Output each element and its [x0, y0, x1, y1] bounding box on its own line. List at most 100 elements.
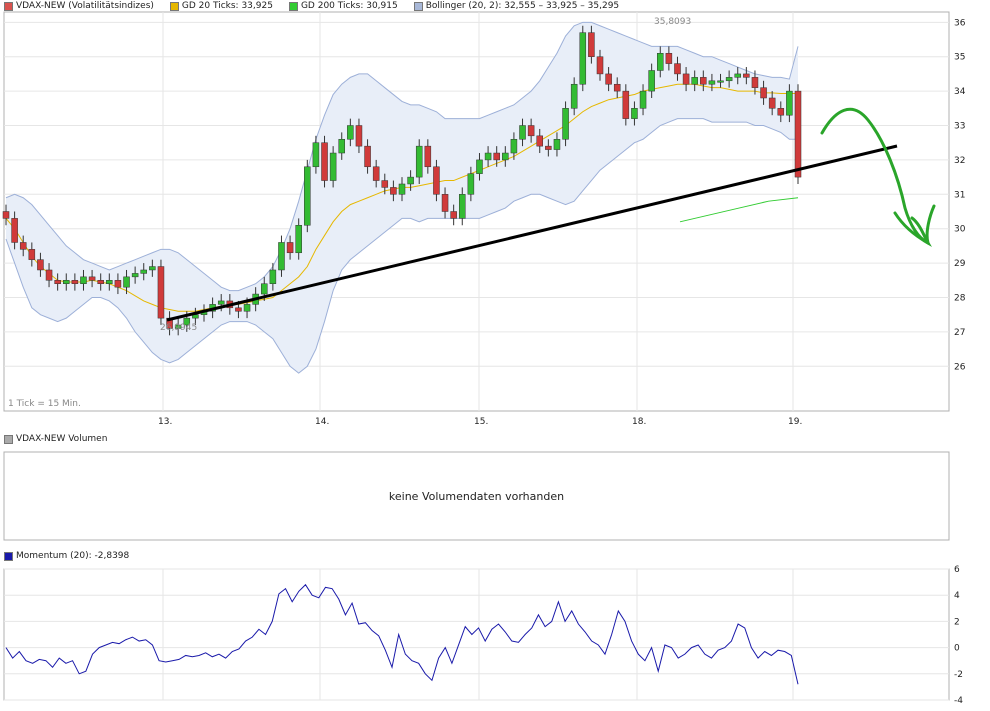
price-x-tick: 19.	[788, 417, 802, 427]
candle-body	[536, 135, 544, 147]
price-x-tick: 13.	[158, 417, 172, 427]
candle-body	[28, 249, 36, 260]
candle-body	[338, 139, 346, 154]
candle-body	[493, 152, 500, 161]
price-y-tick: 35	[954, 53, 965, 63]
candle-body	[656, 53, 664, 71]
price-y-tick: 27	[954, 328, 965, 338]
price-y-tick: 31	[954, 190, 965, 200]
momentum-y-tick: -4	[954, 696, 963, 706]
candle-body	[424, 145, 432, 168]
candle-body	[579, 32, 587, 85]
candle-body	[596, 56, 604, 75]
volume-panel-frame	[3, 451, 950, 541]
momentum-y-tick: 2	[954, 617, 960, 627]
candle-body	[407, 176, 414, 185]
candle-body	[717, 80, 724, 83]
candle-body	[725, 77, 733, 82]
momentum-y-tick: 6	[954, 565, 960, 575]
candle-body	[243, 304, 251, 312]
candle-body	[622, 90, 630, 119]
candle-body	[260, 283, 268, 295]
candle-body	[467, 173, 475, 195]
gd200-line	[679, 197, 799, 223]
candle-body	[45, 269, 53, 281]
candle-body	[786, 90, 793, 116]
candle-body	[545, 145, 552, 150]
candle-body	[734, 73, 742, 78]
candle-body	[269, 269, 277, 284]
candle-body	[321, 142, 328, 181]
candle-body	[80, 276, 87, 284]
price-y-tick: 36	[954, 18, 966, 28]
candle-body	[157, 266, 165, 319]
candle-body	[613, 83, 621, 92]
candle-body	[743, 73, 750, 78]
price-x-tick: 14.	[315, 417, 329, 427]
candle-body	[639, 90, 647, 109]
candle-body	[286, 242, 294, 254]
high-annotation: 35,8093	[654, 17, 691, 27]
candle-body	[131, 273, 139, 278]
price-y-tick: 30	[954, 225, 966, 235]
candle-body	[149, 266, 156, 271]
candle-body	[510, 139, 518, 154]
candle-body	[19, 242, 27, 250]
candle-body	[794, 90, 802, 178]
candle-body	[114, 280, 122, 288]
candle-body	[760, 87, 767, 99]
candle-body	[37, 259, 44, 271]
candle-body	[450, 211, 457, 219]
candle-body	[751, 77, 759, 88]
candle-body	[433, 166, 440, 195]
candle-body	[605, 73, 612, 85]
price-y-tick: 33	[954, 122, 965, 132]
forecast-arrowhead	[893, 211, 932, 247]
candle-body	[682, 73, 690, 85]
candle-body	[708, 80, 716, 85]
candle-body	[54, 280, 61, 284]
candle-body	[588, 32, 595, 57]
candle-body	[631, 108, 638, 119]
candle-body	[295, 225, 302, 254]
candle-body	[235, 307, 242, 312]
tick-note: 1 Tick = 15 Min.	[8, 399, 81, 409]
chart-canvas: 262728293031323334353613. 14. 15. 18. 19. 35…	[2, 11, 966, 706]
momentum-line-group	[5, 583, 799, 685]
candle-body	[700, 77, 707, 85]
candle-body	[381, 180, 389, 188]
candle-body	[347, 125, 354, 140]
candle-body	[476, 159, 483, 174]
price-y-tick: 29	[954, 259, 966, 269]
candle-body	[71, 280, 79, 284]
candle-body	[458, 194, 466, 219]
candle-body	[648, 70, 655, 92]
candle-body	[562, 108, 569, 140]
momentum-y-tick: 4	[954, 591, 960, 601]
price-y-tick: 28	[954, 293, 966, 303]
candle-body	[665, 53, 673, 64]
candle-body	[390, 187, 397, 195]
candle-body	[106, 280, 113, 284]
momentum-y-tick: 0	[954, 644, 960, 654]
momentum-axis: -4 -2 0 2 4 6	[954, 565, 963, 706]
momentum-grid	[4, 568, 949, 701]
candle-body	[355, 125, 363, 147]
price-y-tick: 26	[954, 362, 966, 372]
candle-body	[140, 269, 148, 274]
candle-body	[304, 166, 311, 226]
candle-body	[527, 125, 535, 137]
candle-body	[519, 125, 526, 140]
candle-body	[398, 183, 406, 195]
price-y-tick: 34	[954, 87, 966, 97]
price-x-tick: 15.	[474, 417, 488, 427]
candle-body	[2, 211, 10, 219]
price-x-tick: 18.	[632, 417, 646, 427]
candle-body	[502, 152, 509, 161]
candle-body	[278, 242, 285, 271]
momentum-y-tick: -2	[954, 670, 963, 680]
candle-body	[691, 77, 698, 85]
candle-body	[484, 152, 492, 161]
candle-body	[570, 83, 578, 109]
candle-body	[777, 108, 785, 116]
